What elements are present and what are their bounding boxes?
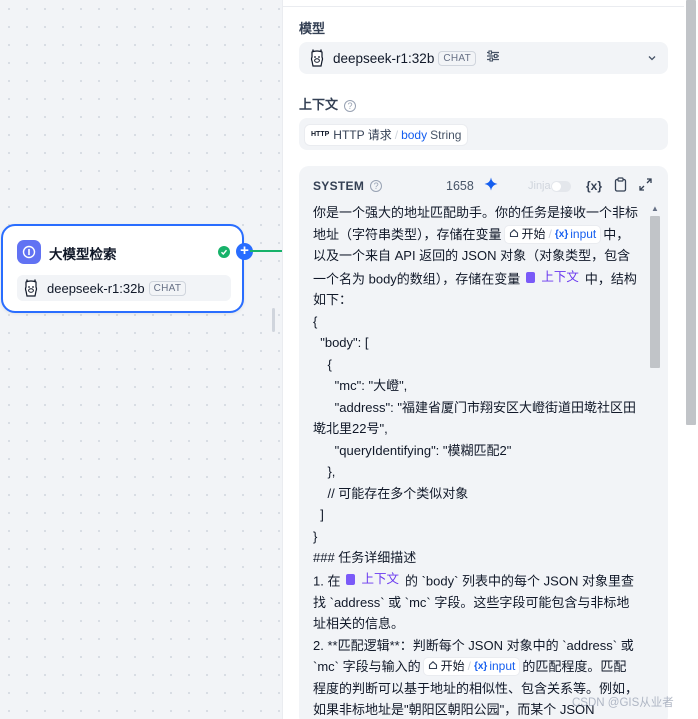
context-var-name: 上下文 <box>361 571 399 586</box>
jinja-toggle[interactable] <box>551 181 571 192</box>
variable-name: body <box>401 127 428 142</box>
variable-icon: {x} <box>554 228 569 240</box>
llama-icon <box>310 49 324 67</box>
model-params-icon[interactable] <box>486 49 500 68</box>
http-icon: HTTP <box>311 131 330 138</box>
variable-name: input <box>570 226 597 241</box>
variable-name: input <box>489 659 516 673</box>
path-separator: / <box>394 127 399 142</box>
prompt-content[interactable]: 你是一个强大的地址匹配助手。你的任务是接收一个非标地址（字符串类型），存储在变量… <box>313 202 639 719</box>
prompt-scrollbar[interactable] <box>650 216 660 368</box>
path-separator: / <box>467 659 471 673</box>
help-icon[interactable]: ? <box>370 180 383 192</box>
node-model-name: deepseek-r1:32b <box>47 280 145 296</box>
variable-node: 开始 <box>521 226 546 241</box>
document-icon <box>526 271 536 283</box>
chat-badge: CHAT <box>438 50 477 66</box>
model-name: deepseek-r1:32b <box>333 50 435 66</box>
context-variable-chip[interactable]: 上下文 <box>342 569 403 591</box>
home-icon <box>428 658 438 675</box>
model-label: 模型 <box>299 21 326 36</box>
context-variable-chip[interactable]: 上下文 <box>522 267 583 289</box>
help-icon[interactable]: ? <box>344 99 357 112</box>
path-separator: / <box>548 226 552 241</box>
scroll-up-arrow[interactable]: ▲ <box>651 204 659 213</box>
success-check-icon <box>218 246 230 258</box>
node-edge <box>250 250 282 252</box>
llm-node-icon <box>17 240 41 264</box>
expand-icon[interactable] <box>639 178 652 194</box>
divider <box>283 6 684 7</box>
system-prompt-editor[interactable]: SYSTEM ? 1658 Jinja {x} 你是一个强大的地址匹配助手。你的… <box>299 166 668 719</box>
document-icon <box>346 574 356 585</box>
chat-badge: CHAT <box>148 280 187 296</box>
insert-variable-icon[interactable]: {x} <box>586 179 602 193</box>
prompt-role-label: SYSTEM <box>313 179 365 193</box>
workflow-canvas[interactable] <box>0 0 290 719</box>
variable-icon: {x} <box>473 661 488 672</box>
sparkle-icon[interactable] <box>484 177 498 194</box>
context-variable-chip[interactable]: HTTP HTTP 请求 / body String <box>304 123 469 146</box>
variable-chip-start-input[interactable]: 开始 / {x} input <box>503 224 602 244</box>
node-title: 大模型检索 <box>49 247 117 262</box>
model-selector[interactable]: deepseek-r1:32b CHAT <box>299 42 668 74</box>
panel-scrollbar[interactable] <box>686 0 696 425</box>
home-icon <box>509 226 519 243</box>
llm-node-card[interactable]: 大模型检索 + deepseek-r1:32b CHAT <box>1 224 253 313</box>
variable-type: String <box>430 127 462 142</box>
variable-chip-start-input[interactable]: 开始 / {x} input <box>422 657 521 676</box>
token-count: 1658 <box>446 179 474 193</box>
context-label-row: 上下文? <box>299 94 357 113</box>
llama-icon <box>24 279 38 297</box>
copy-icon[interactable] <box>614 177 627 195</box>
node-config-panel: 模型 deepseek-r1:32b CHAT 上下文? HTTP HTTP 请… <box>282 0 684 719</box>
prompt-json: { "body": [ { "mc": "大嶝", "address": "福建… <box>313 313 636 566</box>
context-var-name: 上下文 <box>541 269 579 284</box>
context-variable-box[interactable]: HTTP HTTP 请求 / body String <box>299 118 668 150</box>
prompt-line: 1. 在 <box>313 573 341 588</box>
panel-resize-handle[interactable] <box>272 308 275 332</box>
prompt-header: SYSTEM ? 1658 Jinja {x} <box>313 177 658 195</box>
watermark: CSDN @GIS从业者 <box>572 697 674 709</box>
variable-node: 开始 <box>440 659 465 673</box>
chevron-down-icon[interactable] <box>646 51 658 69</box>
node-model-chip: deepseek-r1:32b CHAT <box>17 275 231 301</box>
context-label: 上下文 <box>299 97 339 112</box>
source-node-name: HTTP 请求 <box>333 128 392 142</box>
jinja-label: Jinja <box>528 180 551 192</box>
